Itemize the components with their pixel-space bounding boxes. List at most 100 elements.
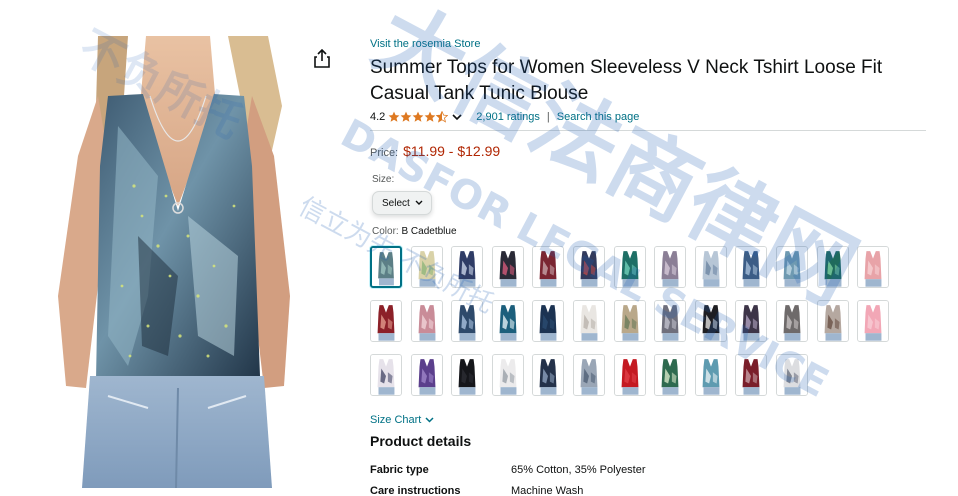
swatch-thumbnail: [818, 301, 848, 341]
swatch-thumbnail: [574, 355, 604, 395]
color-swatch[interactable]: [735, 354, 767, 396]
price-label: Price:: [370, 147, 399, 159]
swatch-thumbnail: [615, 247, 645, 287]
swatch-thumbnail: [452, 301, 482, 341]
color-swatch[interactable]: [817, 246, 849, 288]
divider: [370, 130, 926, 131]
swatch-thumbnail: [574, 247, 604, 287]
color-swatch[interactable]: [817, 300, 849, 342]
swatch-thumbnail: [736, 247, 766, 287]
color-swatch[interactable]: [614, 246, 646, 288]
color-swatch[interactable]: [451, 246, 483, 288]
star-rating[interactable]: [388, 111, 449, 123]
share-icon[interactable]: [313, 49, 331, 69]
star-icon: [412, 111, 424, 122]
color-swatch[interactable]: [411, 354, 443, 396]
color-swatch[interactable]: [857, 246, 889, 288]
color-swatch[interactable]: [857, 300, 889, 342]
size-chart-link[interactable]: Size Chart: [370, 412, 434, 428]
product-details-heading: Product details: [370, 433, 472, 449]
swatch-thumbnail: [615, 355, 645, 395]
product-main-image[interactable]: [38, 36, 300, 488]
price-row: Price: $11.99 - $12.99: [370, 143, 926, 161]
color-swatch[interactable]: [695, 354, 727, 396]
swatch-thumbnail: [696, 355, 726, 395]
swatch-thumbnail: [452, 355, 482, 395]
swatch-thumbnail: [371, 355, 401, 395]
swatch-thumbnail: [736, 301, 766, 341]
color-swatch[interactable]: [573, 246, 605, 288]
color-swatch[interactable]: [492, 246, 524, 288]
swatch-thumbnail: [777, 301, 807, 341]
color-swatch[interactable]: [370, 354, 402, 396]
color-swatch[interactable]: [614, 300, 646, 342]
swatch-thumbnail: [858, 247, 888, 287]
color-swatch[interactable]: [776, 300, 808, 342]
spec-key: Care instructions: [370, 485, 461, 496]
color-swatch[interactable]: [492, 354, 524, 396]
swatch-thumbnail: [533, 247, 563, 287]
spec-value: 65% Cotton, 35% Polyester: [511, 464, 646, 476]
swatch-thumbnail: [412, 355, 442, 395]
color-swatch[interactable]: [411, 300, 443, 342]
swatch-thumbnail: [655, 247, 685, 287]
chevron-down-icon: [415, 200, 423, 205]
color-swatch[interactable]: [654, 354, 686, 396]
star-half-icon: [436, 111, 449, 123]
color-swatch[interactable]: [370, 246, 402, 288]
color-swatch[interactable]: [573, 354, 605, 396]
swatch-thumbnail: [372, 248, 400, 286]
star-icon: [400, 111, 412, 122]
color-swatch[interactable]: [411, 246, 443, 288]
size-label: Size:: [372, 174, 395, 185]
size-chart-label: Size Chart: [370, 414, 422, 426]
color-swatch[interactable]: [776, 246, 808, 288]
color-swatch[interactable]: [735, 246, 767, 288]
color-swatch[interactable]: [573, 300, 605, 342]
chevron-down-icon[interactable]: [452, 113, 462, 121]
color-value: B Cadetblue: [401, 226, 457, 237]
spec-row: Fabric type 65% Cotton, 35% Polyester: [370, 463, 646, 484]
rating-value: 4.2: [370, 111, 386, 123]
color-swatch[interactable]: [451, 354, 483, 396]
swatch-thumbnail: [777, 247, 807, 287]
swatch-thumbnail: [615, 301, 645, 341]
product-detail-column: Visit the rosemia Store Summer Tops for …: [370, 36, 926, 239]
swatch-thumbnail: [371, 301, 401, 341]
color-swatch[interactable]: [532, 354, 564, 396]
color-swatch[interactable]: [735, 300, 767, 342]
color-swatch[interactable]: [654, 300, 686, 342]
swatch-thumbnail: [818, 247, 848, 287]
swatch-thumbnail: [533, 301, 563, 341]
star-icon: [424, 111, 436, 122]
swatch-thumbnail: [412, 247, 442, 287]
separator: |: [546, 111, 550, 123]
color-swatch[interactable]: [492, 300, 524, 342]
swatch-thumbnail: [696, 301, 726, 341]
swatch-thumbnail: [858, 301, 888, 341]
color-row: Color: B Cadetblue: [372, 225, 926, 239]
swatch-thumbnail: [655, 355, 685, 395]
swatch-thumbnail: [777, 355, 807, 395]
color-swatch[interactable]: [654, 246, 686, 288]
color-swatch[interactable]: [695, 300, 727, 342]
chevron-down-icon: [425, 417, 434, 423]
spec-row: Care instructions Machine Wash: [370, 484, 646, 496]
size-dropdown[interactable]: Select: [372, 191, 432, 215]
swatch-thumbnail: [736, 355, 766, 395]
color-swatch[interactable]: [532, 300, 564, 342]
swatch-thumbnail: [655, 301, 685, 341]
search-this-page-link[interactable]: Search this page: [557, 111, 640, 123]
product-image-panel: [0, 36, 344, 496]
color-swatch[interactable]: [614, 354, 646, 396]
color-swatch[interactable]: [370, 300, 402, 342]
color-swatch[interactable]: [776, 354, 808, 396]
color-label: Color:: [372, 226, 399, 237]
color-swatch[interactable]: [695, 246, 727, 288]
swatch-thumbnail: [574, 301, 604, 341]
color-swatch[interactable]: [532, 246, 564, 288]
ratings-count-link[interactable]: 2,901 ratings: [476, 111, 540, 123]
color-swatch[interactable]: [451, 300, 483, 342]
store-link[interactable]: Visit the rosemia Store: [370, 36, 926, 52]
swatch-thumbnail: [452, 247, 482, 287]
